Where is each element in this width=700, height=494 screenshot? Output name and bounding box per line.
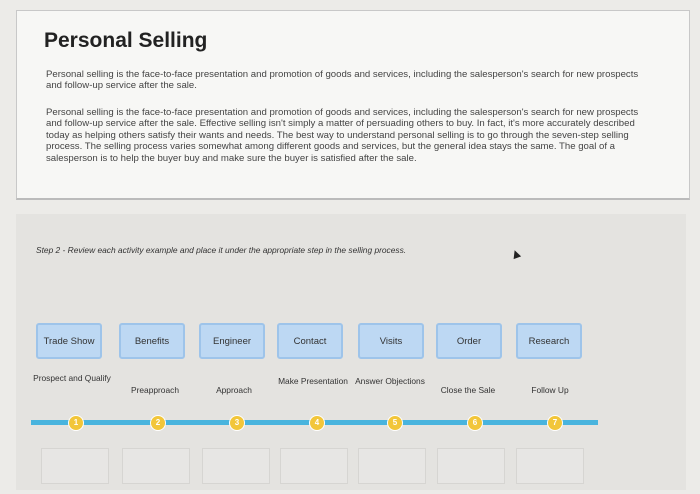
step-label-presentation: Make Presentation	[278, 376, 348, 386]
card-visits[interactable]: Visits	[358, 323, 424, 359]
activity-inner	[16, 214, 686, 490]
step-label-objections: Answer Objections	[355, 376, 425, 386]
drop-zone-1[interactable]	[41, 448, 109, 484]
card-research[interactable]: Research	[516, 323, 582, 359]
step-label-prospect: Prospect and Qualify	[33, 373, 111, 383]
drop-zone-4[interactable]	[280, 448, 348, 484]
card-trade-show[interactable]: Trade Show	[36, 323, 102, 359]
page-title: Personal Selling	[44, 29, 208, 52]
step-marker-6: 6	[467, 415, 483, 431]
instruction-text: Step 2 - Review each activity example an…	[36, 245, 407, 255]
step-marker-5: 5	[387, 415, 403, 431]
step-label-approach: Approach	[216, 385, 252, 395]
step-label-close: Close the Sale	[440, 385, 496, 395]
step-marker-4: 4	[309, 415, 325, 431]
drop-zone-7[interactable]	[516, 448, 584, 484]
detail-paragraph: Personal selling is the face-to-face pre…	[46, 107, 639, 164]
card-contact[interactable]: Contact	[277, 323, 343, 359]
step-marker-3: 3	[229, 415, 245, 431]
card-order[interactable]: Order	[436, 323, 502, 359]
drop-zone-2[interactable]	[122, 448, 190, 484]
step-marker-1: 1	[68, 415, 84, 431]
step-label-preapproach: Preapproach	[131, 385, 179, 395]
activity-panel: Step 2 - Review each activity example an…	[16, 214, 686, 490]
info-card: Personal Selling Personal selling is the…	[16, 10, 690, 200]
step-marker-2: 2	[150, 415, 166, 431]
intro-paragraph: Personal selling is the face-to-face pre…	[46, 69, 639, 92]
drop-zone-3[interactable]	[202, 448, 270, 484]
drop-zone-5[interactable]	[358, 448, 426, 484]
drop-zone-6[interactable]	[437, 448, 505, 484]
step-marker-7: 7	[547, 415, 563, 431]
step-label-follow-up: Follow Up	[531, 385, 569, 395]
card-benefits[interactable]: Benefits	[119, 323, 185, 359]
card-engineer[interactable]: Engineer	[199, 323, 265, 359]
